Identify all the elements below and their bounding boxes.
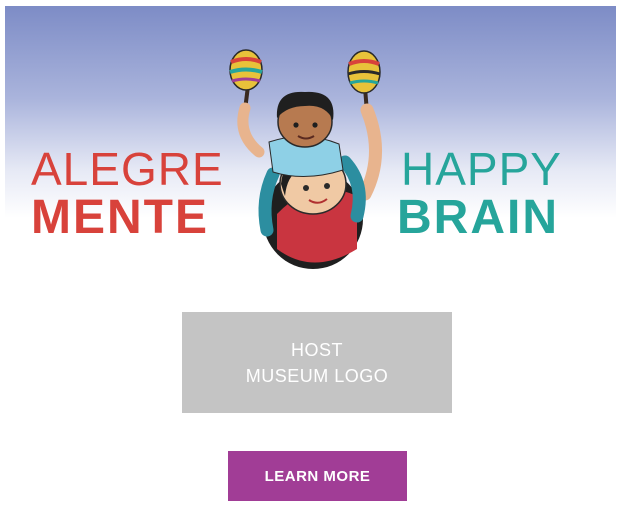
learn-more-button[interactable]: LEARN MORE bbox=[228, 451, 407, 501]
host-museum-logo-placeholder: HOST MUSEUM LOGO bbox=[182, 312, 452, 413]
title-spanish-line2: MENTE bbox=[31, 191, 209, 244]
maraca-right-icon bbox=[347, 50, 381, 114]
title-english-line2: BRAIN bbox=[397, 191, 559, 244]
host-logo-line2: MUSEUM LOGO bbox=[245, 365, 389, 386]
title-spanish-line1: ALEGRE bbox=[31, 143, 224, 195]
ad-frame: ALEGRE MENTE HAPPY BRAIN HOST MUSEUM LOG… bbox=[5, 6, 616, 519]
host-logo-line1: HOST bbox=[290, 339, 343, 360]
child-on-shoulders-with-maracas-icon bbox=[229, 49, 382, 269]
hero-banner: ALEGRE MENTE HAPPY BRAIN bbox=[5, 6, 616, 271]
title-english-line1: HAPPY bbox=[401, 143, 562, 195]
maraca-left-icon bbox=[229, 49, 263, 112]
